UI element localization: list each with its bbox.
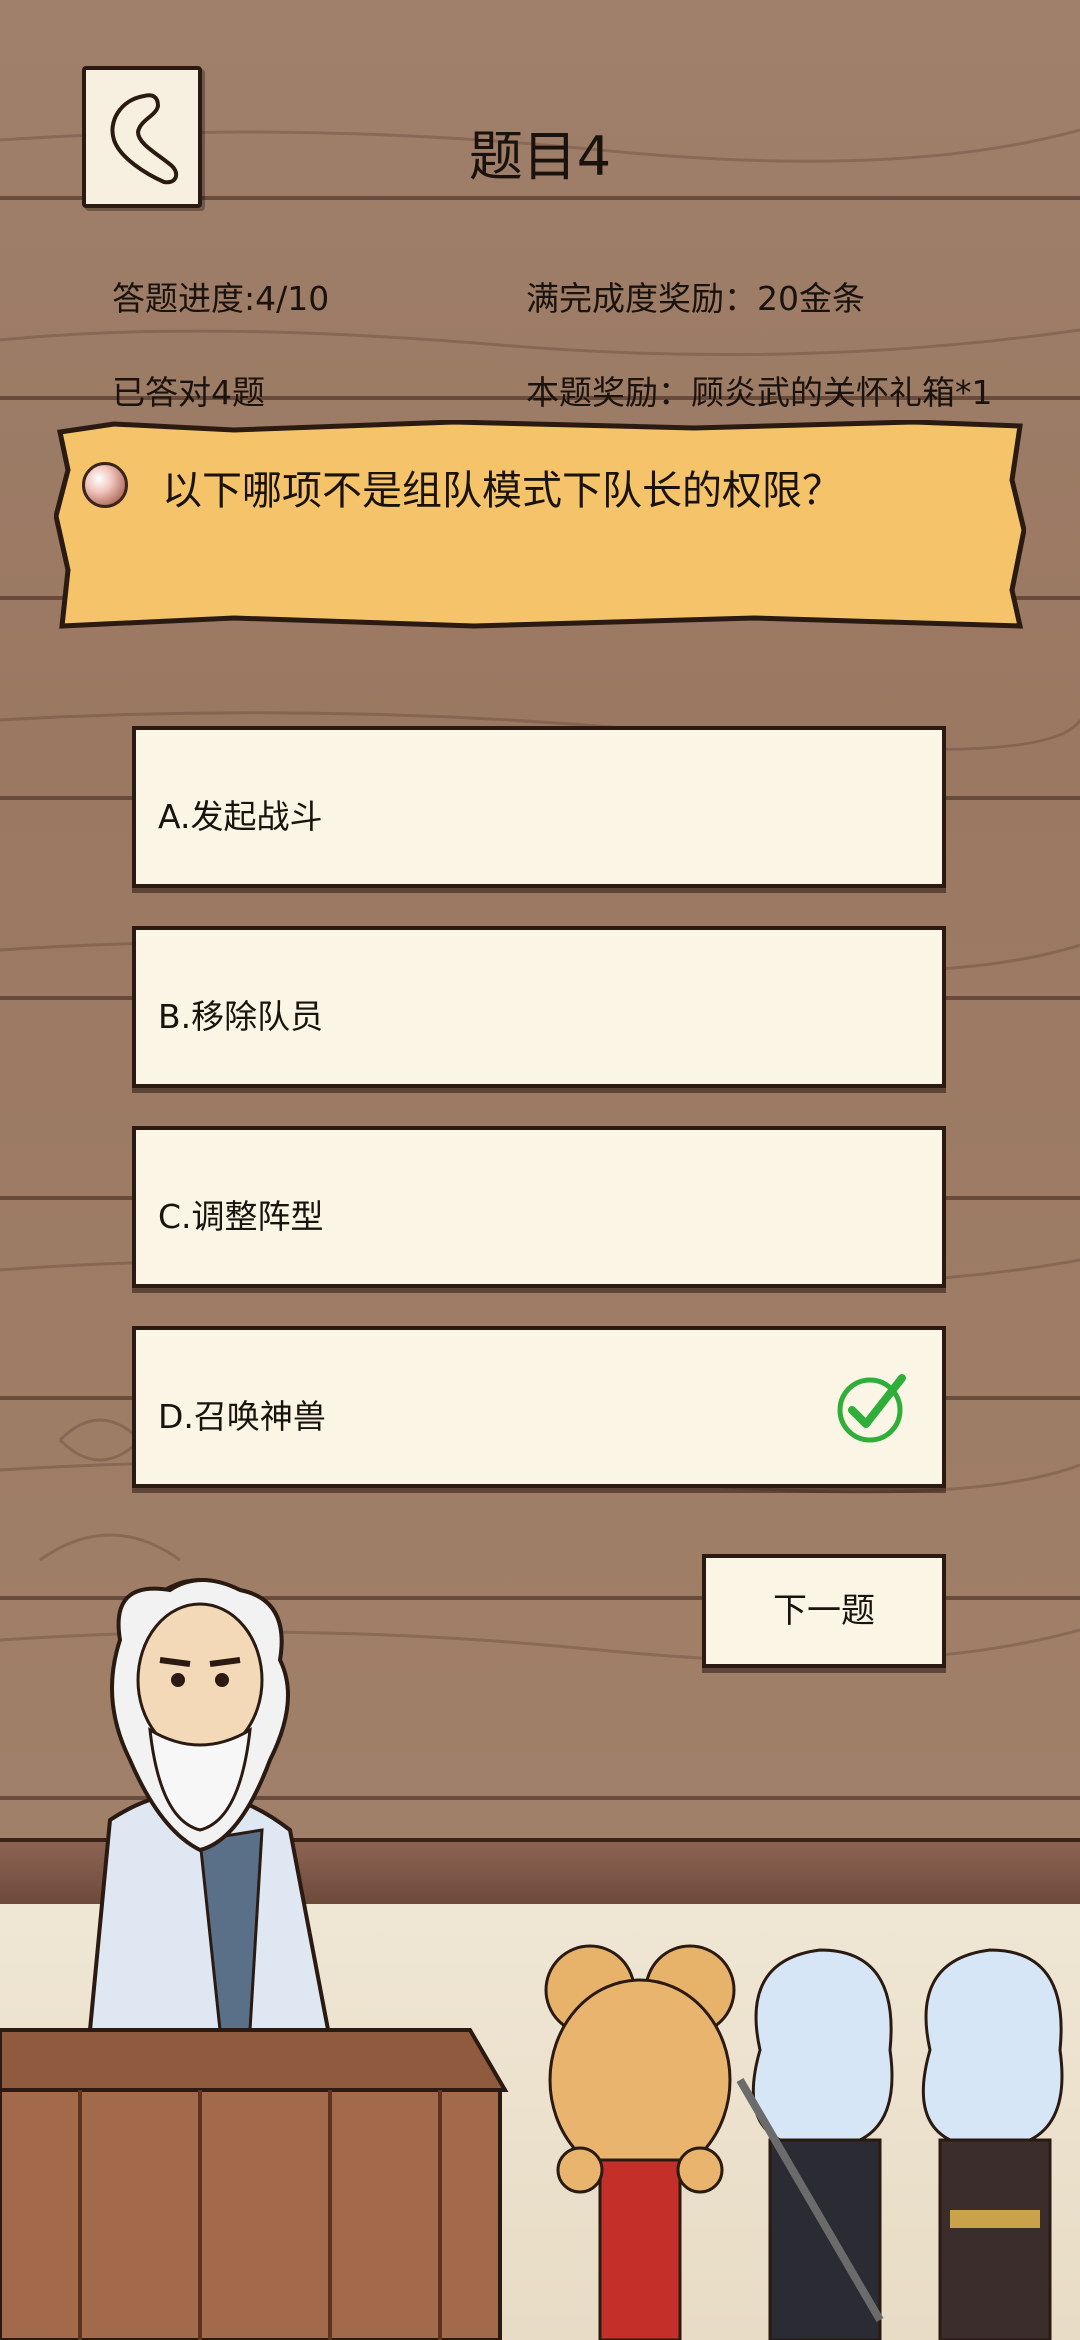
page-title: 题目4 [468,125,612,188]
question-banner [54,420,1026,629]
progress-text: 答题进度:4/10 [112,279,330,318]
option-a-label: A.发起战斗 [158,797,323,836]
wooden-beam [0,1838,1080,1908]
option-d-label: D.召唤神兽 [158,1397,326,1436]
option-b[interactable]: B.移除队员 [132,926,946,1088]
option-c[interactable]: C.调整阵型 [132,1126,946,1288]
full-reward-text: 满完成度奖励：20金条 [526,279,865,318]
question-reward-text: 本题奖励：顾炎武的关怀礼箱*1 [526,373,993,412]
next-question-button[interactable]: 下一题 [702,1554,946,1668]
option-c-label: C.调整阵型 [158,1197,324,1236]
option-b-label: B.移除队员 [158,997,324,1036]
pearl-icon [82,462,128,508]
check-circle-icon [837,1374,906,1443]
correct-count-text: 已答对4题 [112,373,265,412]
question-text: 以下哪项不是组队模式下队长的权限？ [162,468,842,514]
option-d[interactable]: D.召唤神兽 [132,1326,946,1488]
option-a[interactable]: A.发起战斗 [132,726,946,888]
floor-area [0,1904,1080,2340]
